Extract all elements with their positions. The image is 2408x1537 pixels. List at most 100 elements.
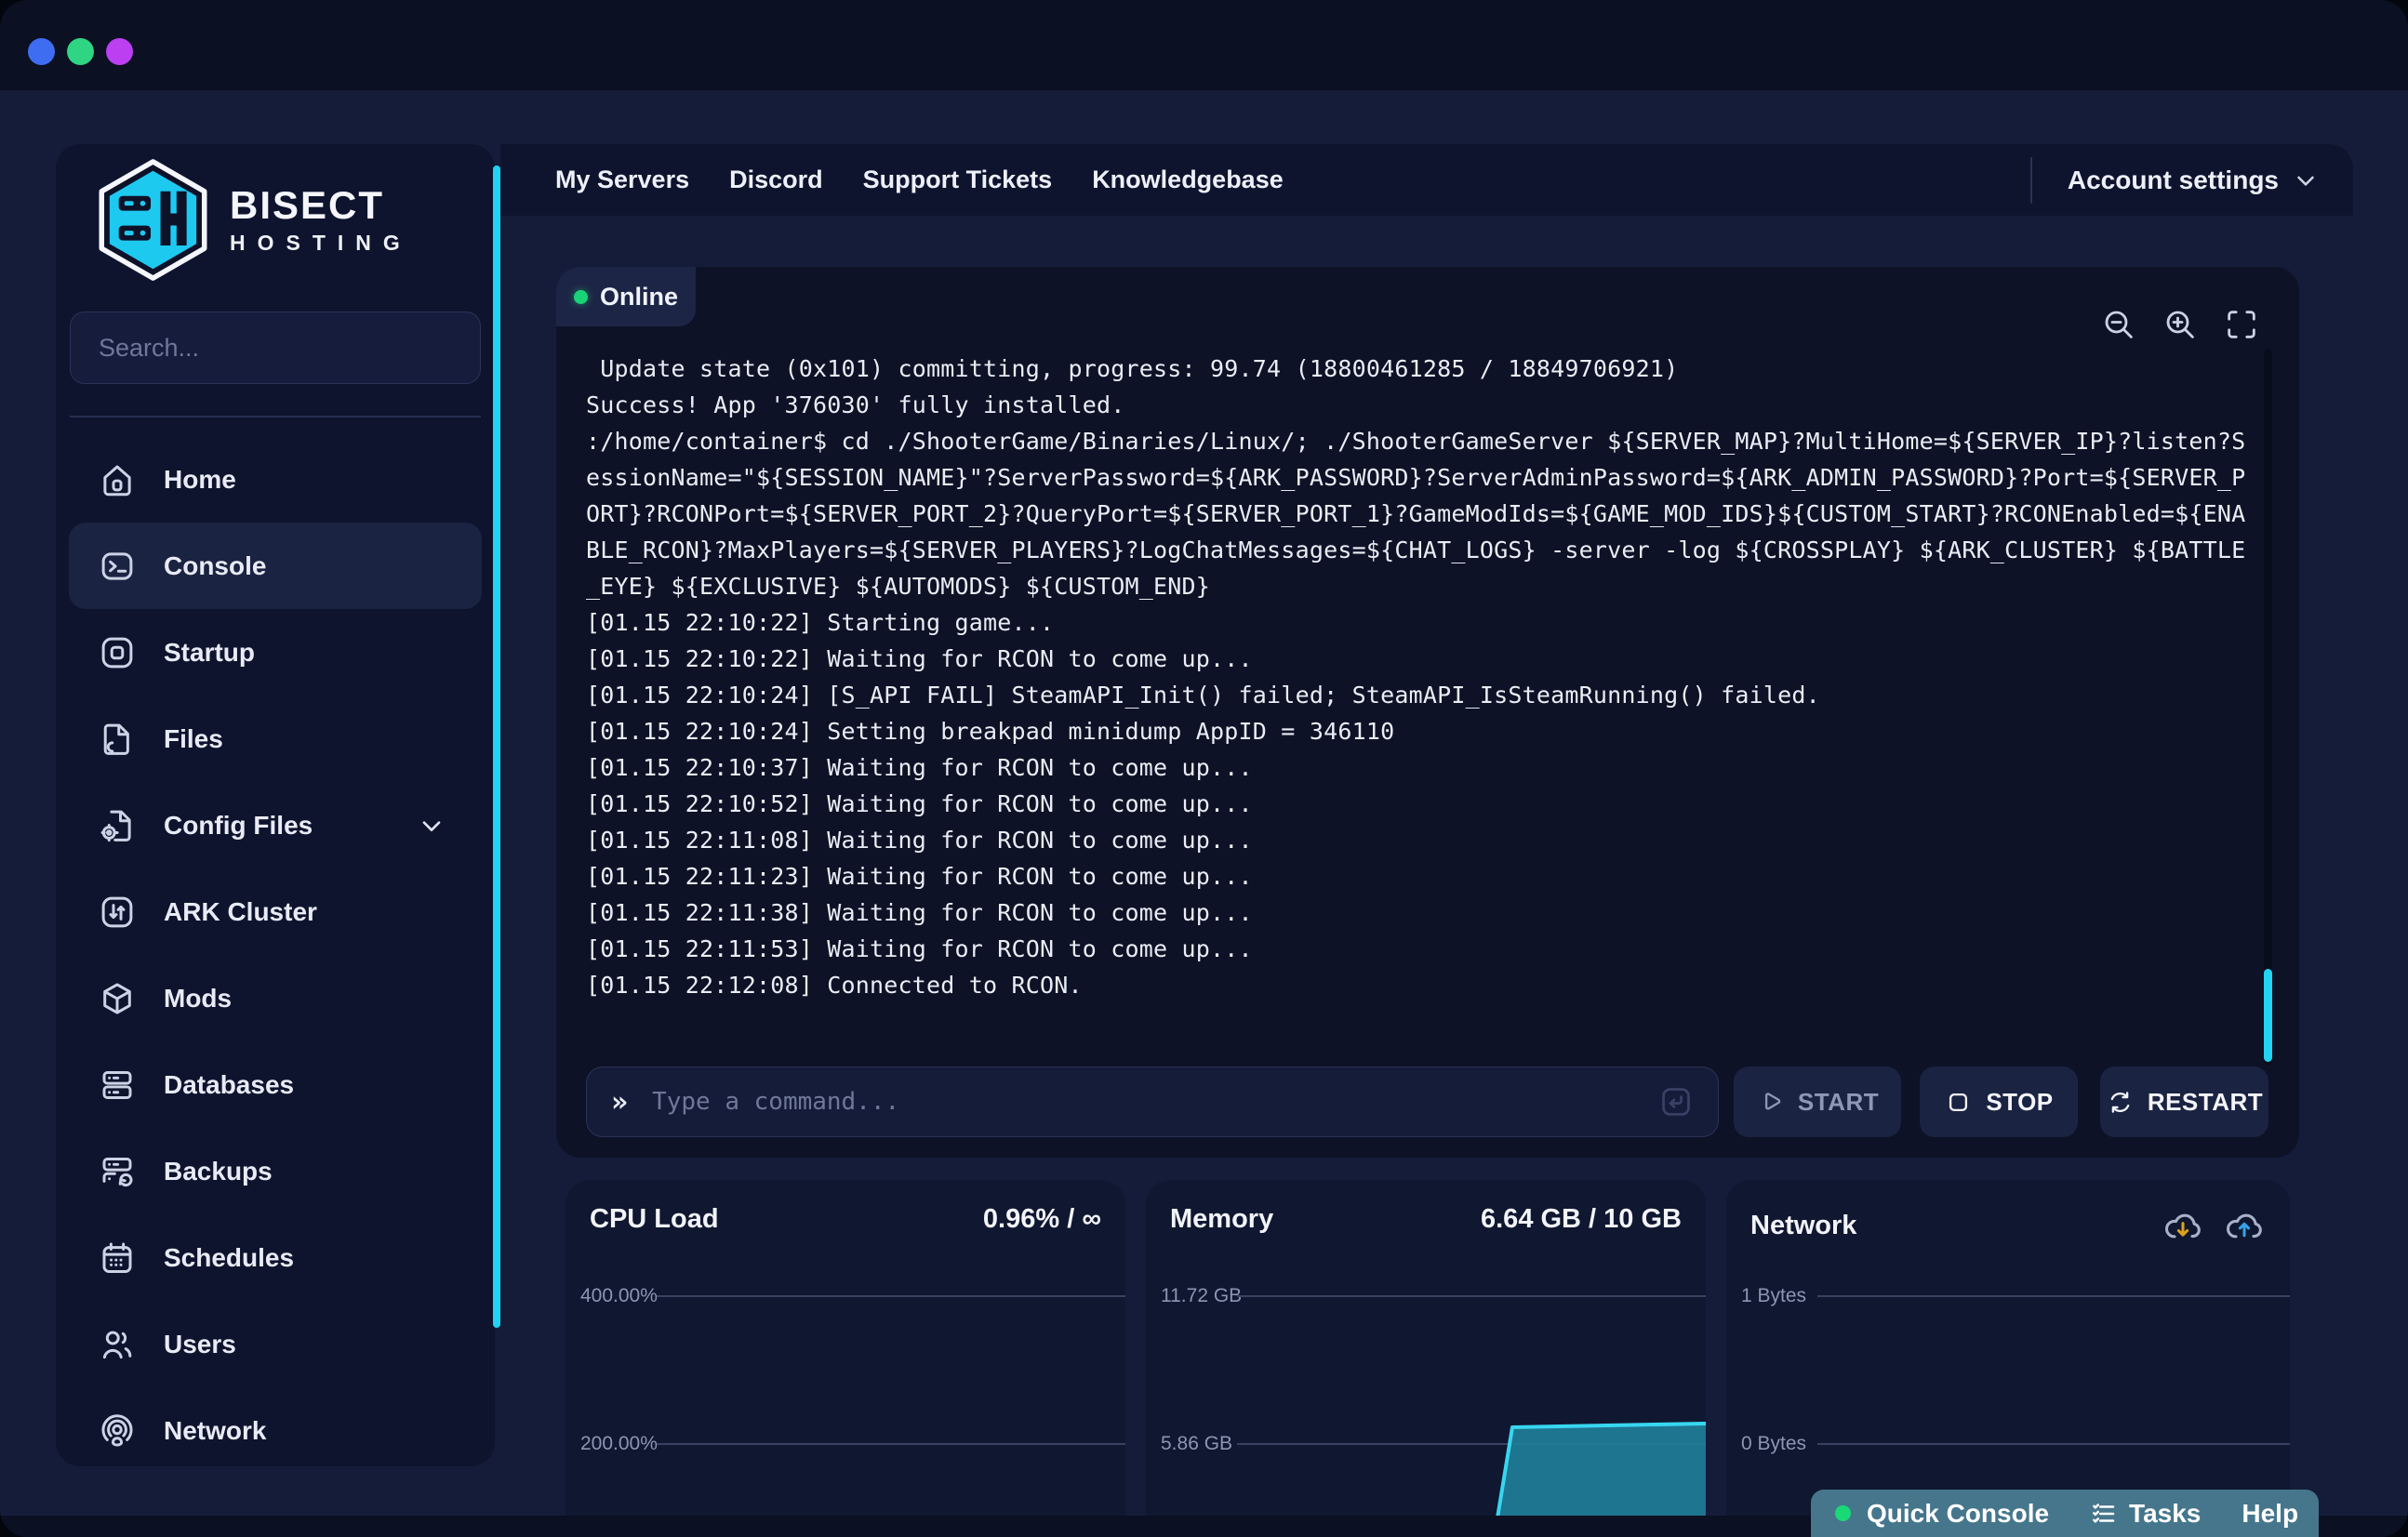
account-settings-menu[interactable]: Account settings [2030, 144, 2320, 216]
sidebar-item-network[interactable]: Network [69, 1387, 482, 1466]
zoom-in-icon[interactable] [2162, 306, 2199, 343]
sidebar-item-startup[interactable]: Startup [69, 609, 482, 696]
help-button[interactable]: Help [2242, 1499, 2298, 1529]
console-line: essionName="${SESSION_NAME}"?ServerPassw… [586, 459, 2269, 496]
status-dot-icon [574, 290, 588, 304]
quick-console-button[interactable]: Quick Console [1835, 1499, 2049, 1529]
restart-button[interactable]: RESTART [2100, 1067, 2268, 1137]
sidebar: BISECT HOSTING Home Console Startup Files Co… [56, 144, 495, 1466]
sidebar-item-ark-cluster[interactable]: ARK Cluster [69, 868, 482, 955]
button-label: STOP [1986, 1088, 2053, 1117]
brand-title: BISECT [230, 184, 412, 227]
app-window: BISECT HOSTING Home Console Startup Files Co… [0, 0, 2408, 1537]
sidebar-item-users[interactable]: Users [69, 1301, 482, 1387]
users-icon [98, 1325, 137, 1364]
console-line: [01.15 22:10:22] Starting game... [586, 604, 2269, 641]
network-direction-icons [2162, 1204, 2266, 1247]
card-value: 6.64 GB / 10 GB [1481, 1204, 1682, 1235]
cloud-upload-icon[interactable] [2223, 1204, 2266, 1247]
console-line: :/home/container$ cd ./ShooterGame/Binar… [586, 423, 2269, 459]
sidebar-item-label: Home [164, 465, 236, 495]
console-line: [01.15 22:10:37] Waiting for RCON to com… [586, 749, 2269, 786]
sidebar-item-label: Databases [164, 1070, 294, 1100]
console-line: [01.15 22:10:24] [S_API FAIL] SteamAPI_I… [586, 677, 2269, 713]
sidebar-item-label: Backups [164, 1157, 273, 1186]
status-dot-icon [1835, 1505, 1851, 1521]
console-line: [01.15 22:10:24] Setting breakpad minidu… [586, 713, 2269, 749]
console-line: [01.15 22:11:53] Waiting for RCON to com… [586, 931, 2269, 967]
stat-card-memory: 11.72 GB5.86 GBMemory6.64 GB / 10 GB [1146, 1180, 1706, 1537]
nav-item-discord[interactable]: Discord [729, 166, 823, 194]
bisect-hexagon-logo-icon [95, 157, 211, 283]
ark-cluster-icon [98, 893, 137, 932]
gridline [1817, 1443, 2290, 1445]
chevron-down-icon [417, 811, 446, 841]
nav-item-support-tickets[interactable]: Support Tickets [863, 166, 1053, 194]
stop-button[interactable]: STOP [1920, 1067, 2078, 1137]
button-label: RESTART [2148, 1088, 2263, 1117]
tasks-button[interactable]: Tasks [2090, 1499, 2201, 1529]
prompt-icon: » [611, 1086, 628, 1119]
sidebar-item-home[interactable]: Home [69, 436, 482, 523]
sidebar-scrollbar[interactable] [493, 166, 500, 1328]
fullscreen-icon[interactable] [2223, 306, 2260, 343]
quick-console-label: Quick Console [1867, 1499, 2049, 1529]
brand-logo: BISECT HOSTING [95, 157, 412, 283]
brand-text: BISECT HOSTING [230, 184, 412, 256]
server-status-badge: Online [556, 267, 696, 326]
tasks-label: Tasks [2129, 1499, 2201, 1529]
tasks-list-icon [2090, 1500, 2118, 1528]
console-scrollbar-track[interactable] [2264, 349, 2272, 1065]
console-line: [01.15 22:12:08] Connected to RCON. [586, 967, 2269, 1003]
sidebar-nav-list: Home Console Startup Files Config Files ARK C… [56, 436, 495, 1466]
sidebar-item-label: ARK Cluster [164, 897, 317, 927]
sidebar-item-label: Config Files [164, 811, 313, 841]
top-navbar: My Servers Discord Support Tickets Knowledg… [500, 144, 2353, 216]
zoom-out-icon[interactable] [2100, 306, 2137, 343]
quick-access-bar: Quick Console Tasks Help [1811, 1490, 2319, 1537]
enter-key-icon[interactable] [1658, 1084, 1694, 1120]
console-line: ORT}?RCONPort=${SERVER_PORT_2}?QueryPort… [586, 496, 2269, 532]
home-icon [98, 460, 137, 499]
restart-icon [2106, 1088, 2135, 1117]
status-label: Online [600, 283, 678, 311]
sidebar-item-files[interactable]: Files [69, 696, 482, 782]
brand-subtitle: HOSTING [230, 231, 412, 256]
stop-icon [1944, 1088, 1973, 1117]
cloud-download-icon[interactable] [2162, 1204, 2204, 1247]
window-control-purple-icon[interactable] [106, 38, 133, 65]
sidebar-item-console[interactable]: Console [69, 523, 482, 609]
console-scrollbar-thumb[interactable] [2264, 969, 2272, 1062]
sidebar-item-config-files[interactable]: Config Files [69, 782, 482, 868]
config-files-icon [98, 806, 137, 845]
window-control-green-icon[interactable] [67, 38, 94, 65]
sidebar-item-label: Network [164, 1416, 266, 1446]
command-input[interactable] [650, 1087, 1636, 1117]
sidebar-item-schedules[interactable]: Schedules [69, 1214, 482, 1301]
console-line: BLE_RCON}?MaxPlayers=${SERVER_PLAYERS}?L… [586, 532, 2269, 568]
sidebar-item-databases[interactable]: Databases [69, 1041, 482, 1128]
card-header: Memory6.64 GB / 10 GB [1170, 1204, 1682, 1235]
sidebar-item-label: Startup [164, 638, 255, 668]
sidebar-item-mods[interactable]: Mods [69, 955, 482, 1041]
window-control-blue-icon[interactable] [28, 38, 55, 65]
chart-tick-label: 0 Bytes [1741, 1433, 1806, 1455]
startup-icon [98, 633, 137, 672]
start-button[interactable]: START [1734, 1067, 1901, 1137]
files-icon [98, 720, 137, 759]
stat-card-cpu-load: 400.00%200.00%CPU Load0.96% / ∞ [565, 1180, 1125, 1537]
chevron-down-icon [2292, 166, 2320, 194]
nav-item-knowledgebase[interactable]: Knowledgebase [1092, 166, 1284, 194]
sidebar-item-label: Users [164, 1330, 236, 1359]
gridline [657, 1295, 1125, 1297]
gridline [657, 1443, 1125, 1445]
nav-item-my-servers[interactable]: My Servers [555, 166, 689, 194]
sidebar-item-backups[interactable]: Backups [69, 1128, 482, 1214]
gridline [1817, 1295, 2290, 1297]
console-output[interactable]: Update state (0x101) committing, progres… [586, 351, 2269, 1003]
console-line: [01.15 22:10:52] Waiting for RCON to com… [586, 786, 2269, 822]
sidebar-item-label: Mods [164, 984, 232, 1014]
console-line: _EYE} ${EXCLUSIVE} ${AUTOMODS} ${CUSTOM_… [586, 568, 2269, 604]
console-line: [01.15 22:11:23] Waiting for RCON to com… [586, 858, 2269, 894]
search-input[interactable] [71, 334, 480, 363]
